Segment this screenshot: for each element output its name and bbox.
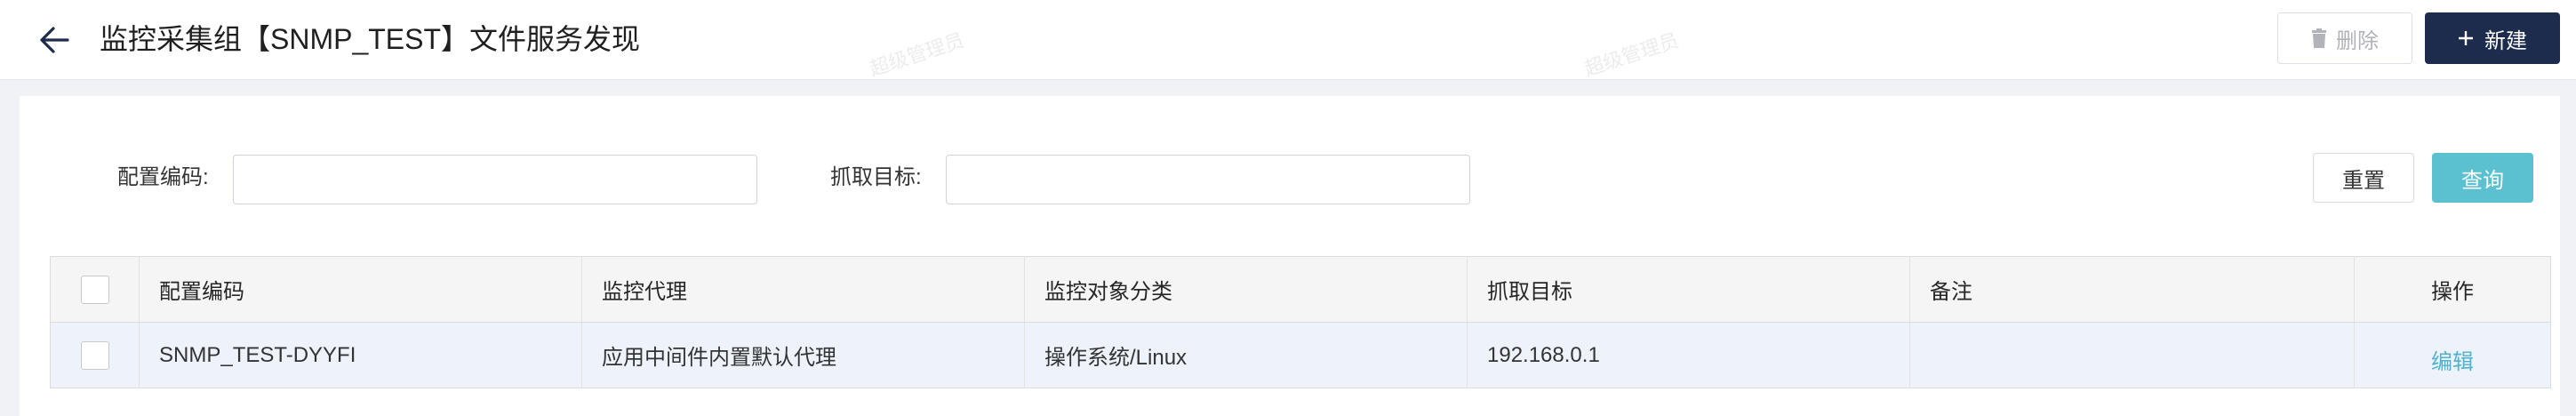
cell-category: 操作系统/Linux (1024, 322, 1468, 388)
col-target: 抓取目标 (1467, 256, 1910, 323)
arrow-left-icon (40, 27, 69, 53)
reset-button[interactable]: 重置 (2313, 153, 2414, 203)
col-remark: 备注 (1909, 256, 2355, 323)
table-row: SNMP_TEST-DYYFI 应用中间件内置默认代理 操作系统/Linux 1… (50, 322, 2551, 388)
col-agent: 监控代理 (581, 256, 1025, 323)
select-all-checkbox[interactable] (80, 275, 109, 304)
data-table: 配置编码 监控代理 监控对象分类 抓取目标 备注 操作 SNMP_TEST-DY… (50, 256, 2551, 388)
col-action: 操作 (2354, 256, 2551, 323)
cell-agent: 应用中间件内置默认代理 (581, 322, 1025, 388)
cell-config-code: SNMP_TEST-DYYFI (139, 322, 582, 388)
query-button[interactable]: 查询 (2432, 153, 2533, 203)
table-header-row: 配置编码 监控代理 监控对象分类 抓取目标 备注 操作 (50, 256, 2551, 323)
new-button[interactable]: 新建 (2425, 12, 2560, 64)
target-label: 抓取目标: (830, 165, 922, 189)
trash-icon (2312, 28, 2326, 48)
select-all-cell (50, 256, 140, 323)
edit-link[interactable]: 编辑 (2431, 344, 2474, 375)
config-code-label: 配置编码: (117, 165, 209, 189)
cell-action: 编辑 (2354, 322, 2551, 388)
cell-remark (1909, 322, 2355, 388)
row-select-cell (50, 322, 140, 388)
target-input[interactable] (946, 155, 1470, 204)
page-header: 监控采集组【SNMP_TEST】文件服务发现 删除 新建 (0, 0, 2576, 80)
col-config-code: 配置编码 (139, 256, 582, 323)
plus-icon (2459, 31, 2473, 45)
page-title: 监控采集组【SNMP_TEST】文件服务发现 (100, 23, 641, 55)
delete-button-label: 删除 (2336, 28, 2379, 53)
back-button[interactable] (32, 18, 76, 62)
config-code-input[interactable] (233, 155, 757, 204)
content-panel: 配置编码: 抓取目标: 重置 查询 配置编码 监控代理 监控对象分类 抓取目标 … (20, 96, 2560, 416)
new-button-label: 新建 (2484, 28, 2527, 53)
cell-target: 192.168.0.1 (1467, 322, 1910, 388)
delete-button[interactable]: 删除 (2277, 12, 2412, 64)
col-category: 监控对象分类 (1024, 256, 1468, 323)
row-checkbox[interactable] (80, 340, 109, 370)
